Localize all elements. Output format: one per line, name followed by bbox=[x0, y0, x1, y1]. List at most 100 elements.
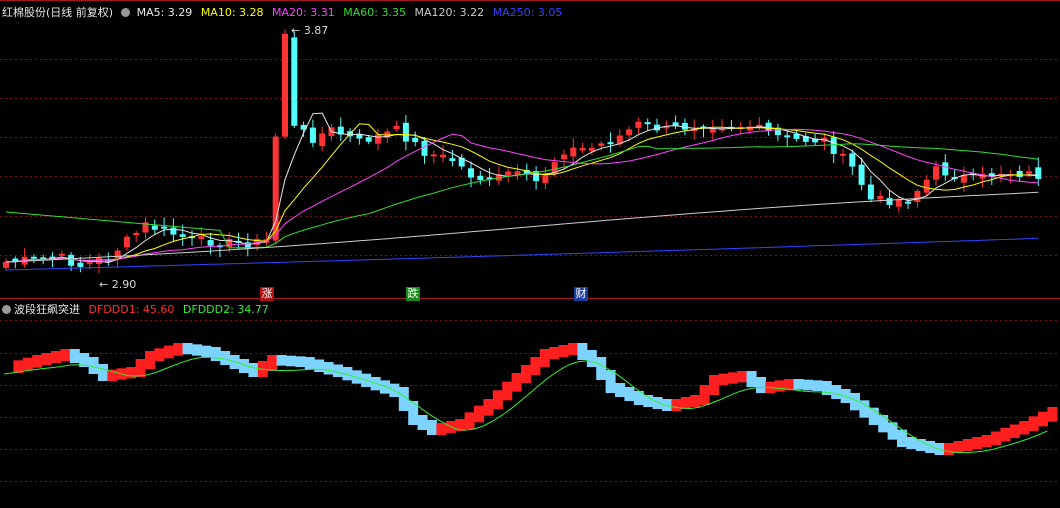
candle-body bbox=[365, 137, 372, 142]
dfddd1-bar bbox=[408, 401, 419, 425]
candle bbox=[998, 165, 1005, 183]
dfddd1-bar bbox=[1019, 421, 1030, 435]
stock-title[interactable]: 红棉股份(日线 前复权) bbox=[2, 6, 113, 19]
dfddd1-bar bbox=[906, 437, 917, 449]
ma10-line bbox=[6, 123, 1039, 263]
dfddd1-bar bbox=[756, 377, 766, 393]
stock-chart[interactable]: ← 3.87 ← 2.90 bbox=[0, 0, 1060, 508]
candle bbox=[402, 114, 409, 151]
candle-body bbox=[477, 175, 484, 181]
candle-body bbox=[1016, 171, 1023, 178]
indicator-settings-icon[interactable] bbox=[2, 305, 11, 314]
candle-body bbox=[198, 236, 205, 240]
candle-body bbox=[151, 225, 158, 230]
candle-body bbox=[561, 154, 567, 160]
candle-body bbox=[644, 122, 651, 125]
moving-averages bbox=[5, 112, 1039, 271]
candle-body bbox=[375, 134, 381, 144]
event-marker-cai[interactable]: 财 bbox=[574, 287, 588, 301]
candle bbox=[356, 129, 363, 145]
dfddd1-bar bbox=[793, 379, 804, 390]
dfddd1-bar bbox=[1028, 416, 1039, 431]
dfddd1-bar bbox=[615, 383, 625, 397]
candle bbox=[412, 131, 419, 147]
dfddd1-bar bbox=[267, 355, 278, 371]
event-marker-die[interactable]: 跌 bbox=[406, 287, 420, 301]
candle-body bbox=[412, 137, 419, 143]
candle-body bbox=[570, 147, 577, 157]
dfddd1-bar bbox=[60, 349, 71, 361]
dfddd1-bar bbox=[502, 381, 513, 401]
candle bbox=[309, 119, 316, 148]
candle bbox=[198, 226, 205, 246]
candle-body bbox=[440, 154, 447, 158]
dfddd1-bar bbox=[163, 345, 174, 359]
candle bbox=[458, 154, 465, 170]
candle-body bbox=[914, 190, 921, 202]
settings-gear-icon[interactable] bbox=[121, 8, 131, 17]
dfddd1-bar bbox=[727, 372, 738, 384]
event-marker-zhang[interactable]: 涨 bbox=[260, 287, 274, 301]
dfddd1-bar bbox=[32, 355, 43, 368]
dfddd1-bar bbox=[803, 379, 813, 391]
dfddd1-bar bbox=[154, 348, 165, 361]
dfddd1-bar bbox=[41, 353, 52, 365]
candle bbox=[923, 175, 930, 195]
candle bbox=[607, 132, 614, 153]
dfddd1-bar bbox=[774, 380, 785, 392]
candle bbox=[1016, 165, 1023, 183]
dfddd2-legend: DFDDD2: 34.77 bbox=[182, 303, 269, 316]
dfddd1-bar bbox=[709, 375, 719, 395]
candle-body bbox=[858, 164, 865, 185]
candle bbox=[505, 168, 512, 183]
ma60-line bbox=[5, 143, 1039, 249]
candle bbox=[719, 119, 726, 133]
dfddd1-bar bbox=[718, 373, 729, 385]
price-header: 红棉股份(日线 前复权) MA5: 3.29 MA10: 3.28 MA20: … bbox=[2, 5, 567, 21]
dfddd1-bar bbox=[746, 371, 757, 387]
candle-body bbox=[468, 168, 474, 178]
candle bbox=[802, 132, 809, 147]
dfddd1-bar bbox=[549, 347, 560, 359]
candle bbox=[319, 126, 326, 152]
dfddd1-bar bbox=[22, 357, 33, 371]
dfddd1-bar bbox=[953, 441, 964, 453]
candle bbox=[1035, 157, 1042, 186]
dfddd1-bar bbox=[210, 347, 221, 361]
dfddd1-legend: DFDDD1: 45.60 bbox=[88, 303, 175, 316]
dfddd1-bar bbox=[98, 364, 108, 381]
dfddd1-bar bbox=[577, 343, 588, 360]
dfddd1-bar bbox=[680, 397, 691, 409]
dfddd1-bar bbox=[304, 357, 315, 370]
dfddd1-bar bbox=[699, 385, 710, 405]
ma20-line bbox=[6, 128, 1039, 263]
candle bbox=[282, 29, 288, 139]
candle bbox=[430, 150, 437, 164]
candle-body bbox=[923, 179, 930, 193]
low-annotation: ← 2.90 bbox=[99, 278, 136, 291]
ma10-legend: MA10: 3.28 bbox=[200, 6, 264, 19]
indicator-title[interactable]: 波段狂飙突进 bbox=[14, 303, 80, 316]
candle-body bbox=[505, 171, 512, 175]
candle-body bbox=[933, 166, 939, 180]
dfddd1-bar bbox=[605, 370, 616, 393]
candle-body bbox=[449, 158, 456, 162]
candle-body bbox=[430, 154, 437, 157]
candle-body bbox=[886, 198, 893, 205]
candle-body bbox=[709, 128, 716, 133]
candle-body bbox=[626, 129, 633, 136]
candle-body bbox=[1035, 167, 1042, 179]
ma5-legend: MA5: 3.29 bbox=[136, 6, 193, 19]
dfddd1-bar bbox=[690, 395, 701, 407]
dfddd1-bar bbox=[521, 365, 531, 383]
dfddd1-bar bbox=[135, 359, 146, 377]
ma120-legend: MA120: 3.22 bbox=[414, 6, 485, 19]
dfddd1-bar bbox=[558, 345, 569, 357]
dfddd1-bar bbox=[624, 387, 635, 401]
dfddd1-bar bbox=[126, 367, 137, 379]
candle-body bbox=[895, 199, 902, 207]
candle bbox=[486, 167, 493, 187]
candle-body bbox=[133, 232, 140, 236]
dfddd1-bar bbox=[192, 344, 202, 356]
candle bbox=[133, 230, 140, 243]
